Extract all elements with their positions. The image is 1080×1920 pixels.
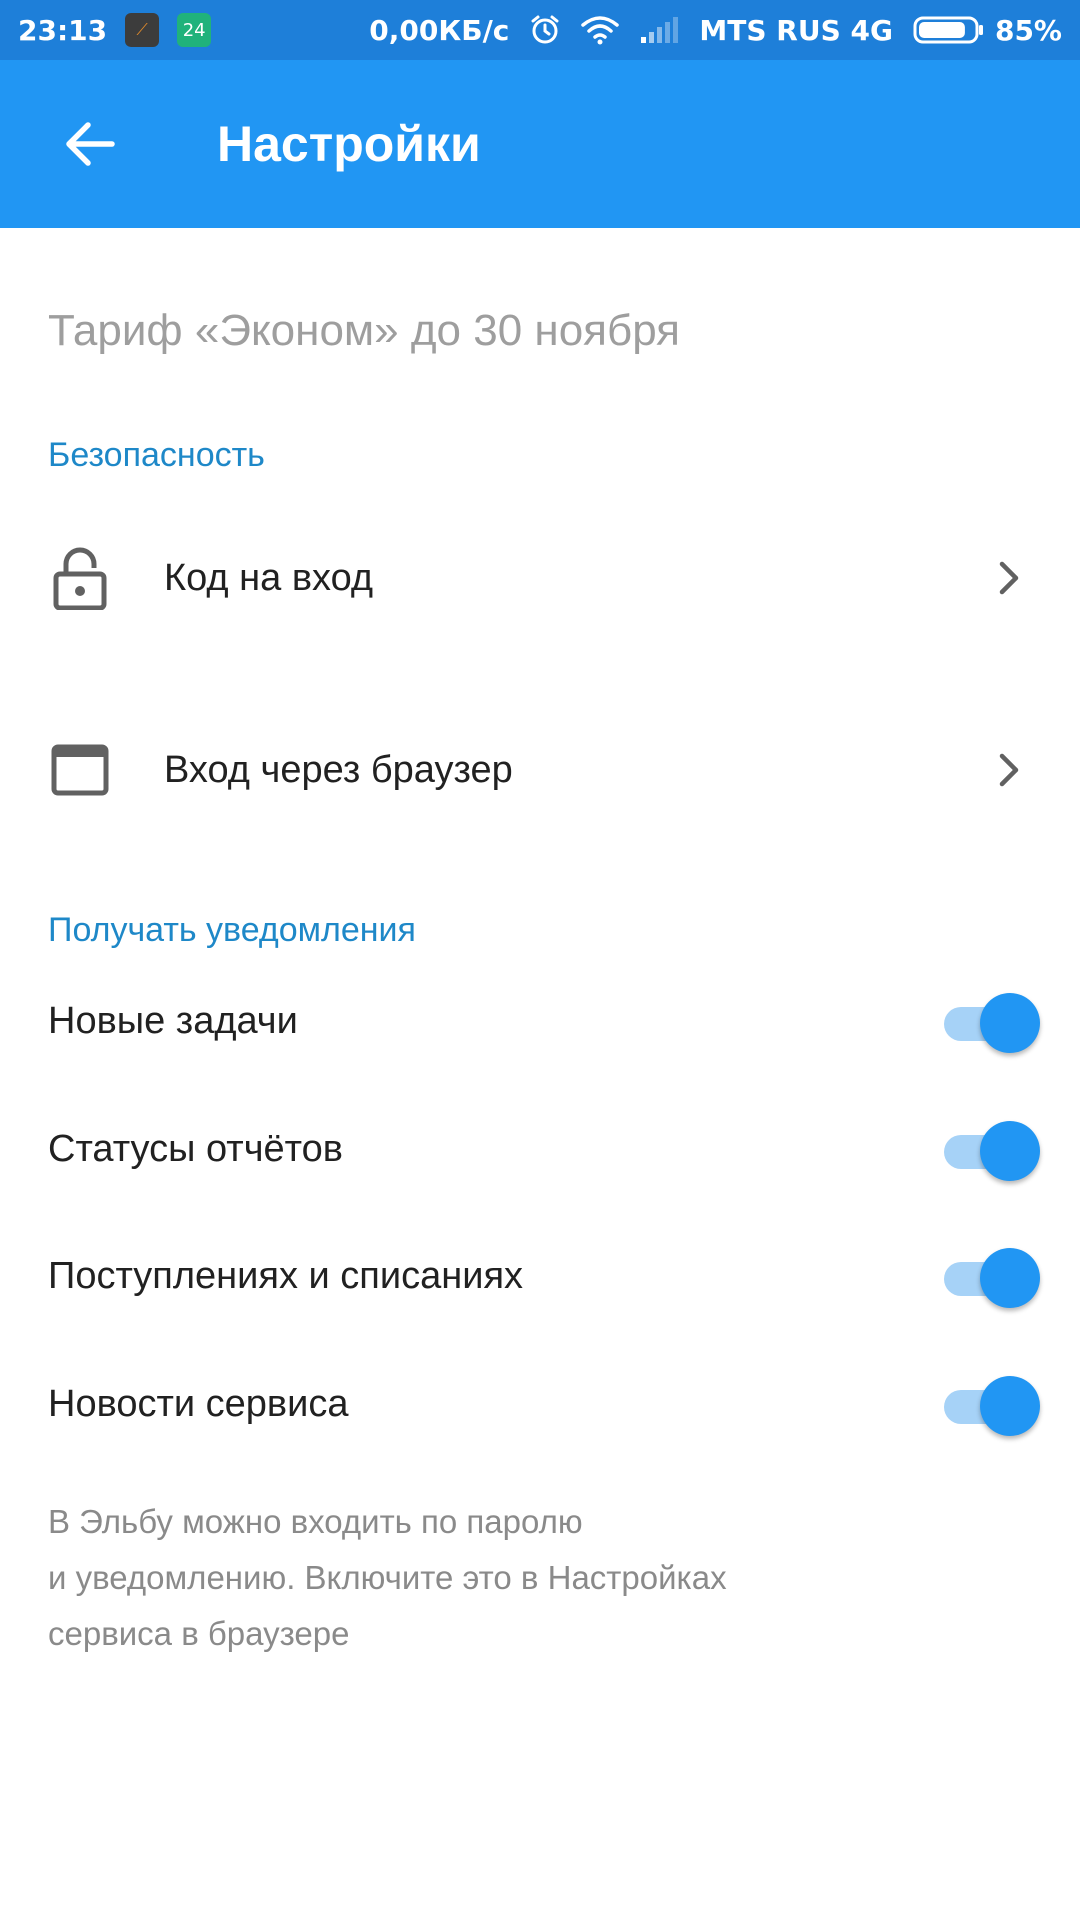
- notification-label: Новые задачи: [48, 999, 298, 1042]
- chevron-right-icon: [990, 558, 1030, 598]
- footnote-line: сервиса в браузере: [48, 1615, 350, 1652]
- report-statuses-toggle[interactable]: [940, 1117, 1040, 1181]
- notification-item-report-statuses: Статусы отчётов: [0, 1094, 1080, 1204]
- browser-window-icon: [48, 738, 112, 802]
- transactions-toggle[interactable]: [940, 1244, 1040, 1308]
- battery-icon: [913, 16, 983, 44]
- signal-icon: [639, 15, 679, 45]
- footnote-line: и уведомлению. Включите это в Настройках: [48, 1559, 727, 1596]
- back-button[interactable]: [40, 94, 140, 194]
- network-speed: 0,00КБ/с: [369, 13, 510, 47]
- switch-thumb: [980, 1248, 1040, 1308]
- switch-thumb: [980, 1121, 1040, 1181]
- footnote-line: В Эльбу можно входить по паролю: [48, 1503, 583, 1540]
- battery-percent: 85%: [994, 13, 1062, 47]
- app-bar: Настройки: [0, 60, 1080, 228]
- settings-item-browser-login[interactable]: Вход через браузер: [0, 695, 1080, 845]
- settings-screen: 23:13 ⟋ 24 0,00КБ/с MTS RUS 4G 85% Настр…: [0, 0, 1080, 1920]
- wifi-icon: [581, 15, 620, 45]
- footnote-text: В Эльбу можно входить по паролю и уведом…: [48, 1494, 948, 1662]
- carrier-name: MTS RUS 4G: [699, 13, 893, 47]
- alarm-icon: [529, 14, 561, 46]
- switch-thumb: [980, 1376, 1040, 1436]
- status-time: 23:13: [18, 13, 108, 47]
- arrow-left-icon: [66, 122, 115, 166]
- battery-indicator: 85%: [913, 14, 1062, 47]
- notification-item-new-tasks: Новые задачи: [0, 966, 1080, 1076]
- lock-icon: [48, 546, 112, 610]
- notification-badge: 24: [177, 13, 212, 47]
- tariff-info: Тариф «Эконом» до 30 ноября: [48, 306, 681, 355]
- settings-item-label: Вход через браузер: [164, 748, 513, 791]
- notification-item-service-news: Новости сервиса: [0, 1349, 1080, 1459]
- status-bar: 23:13 ⟋ 24 0,00КБ/с MTS RUS 4G 85%: [0, 0, 1080, 60]
- notification-label: Новости сервиса: [48, 1382, 349, 1425]
- switch-thumb: [980, 993, 1040, 1053]
- section-header-notifications: Получать уведомления: [48, 911, 416, 949]
- page-title: Настройки: [217, 116, 481, 172]
- notification-label: Статусы отчётов: [48, 1127, 343, 1170]
- new-tasks-toggle[interactable]: [940, 989, 1040, 1053]
- notification-app-icon: ⟋: [125, 13, 160, 47]
- notification-label: Поступлениях и списаниях: [48, 1254, 524, 1297]
- settings-item-login-code[interactable]: Код на вход: [0, 503, 1080, 653]
- section-header-security: Безопасность: [48, 436, 265, 474]
- notification-item-transactions: Поступлениях и списаниях: [0, 1221, 1080, 1331]
- chevron-right-icon: [990, 750, 1030, 790]
- settings-item-label: Код на вход: [164, 556, 374, 599]
- service-news-toggle[interactable]: [940, 1372, 1040, 1436]
